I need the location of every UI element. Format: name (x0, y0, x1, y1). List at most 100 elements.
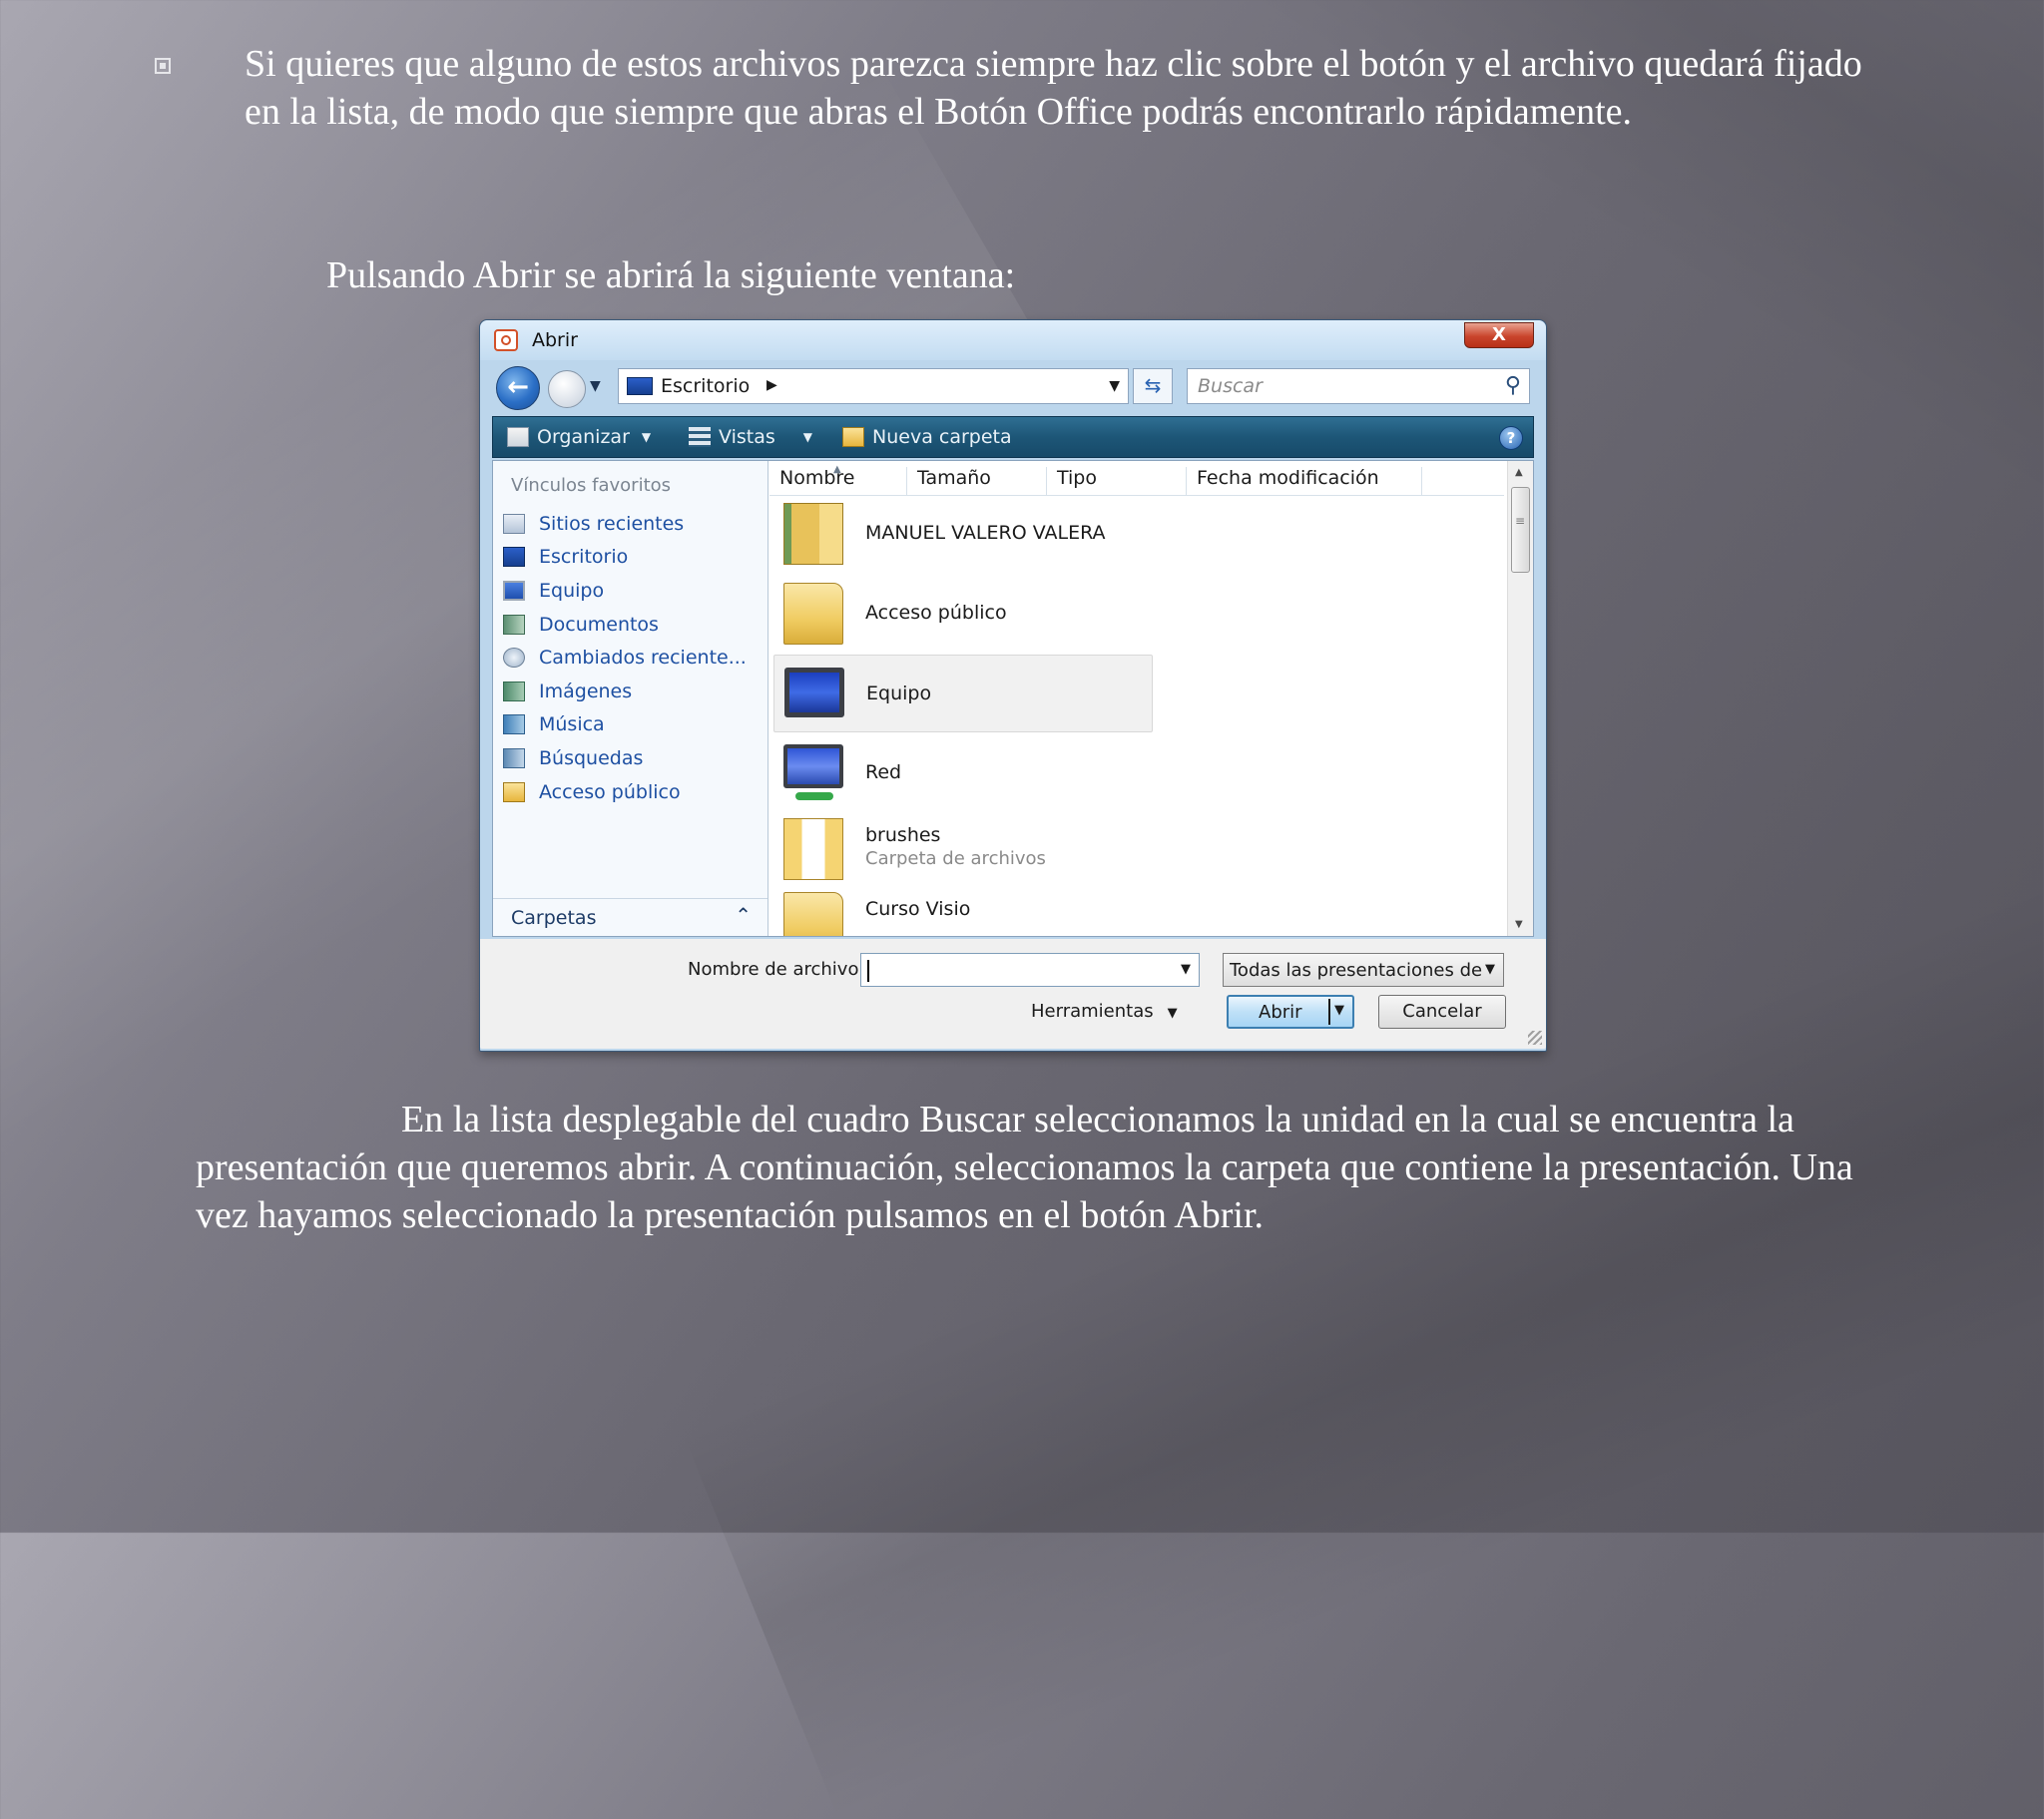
dialog-footer: Nombre de archivo: ▼ Todas las presentac… (480, 939, 1546, 1049)
file-list-item[interactable]: MANUEL VALERO VALERA (773, 495, 1153, 573)
address-dropdown-icon[interactable]: ▼ (1109, 378, 1120, 394)
help-icon[interactable]: ? (1499, 426, 1523, 450)
resize-grip[interactable] (1528, 1031, 1542, 1045)
pictures-icon (503, 681, 525, 701)
new-folder-label: Nueva carpeta (872, 426, 1012, 448)
scrollbar-thumb[interactable] (1511, 487, 1530, 573)
column-header-label: Nombre (779, 467, 855, 489)
file-list-item-selected[interactable]: Equipo (773, 655, 1153, 732)
searches-icon (503, 747, 525, 768)
open-button[interactable]: Abrir ▼ (1227, 995, 1354, 1029)
close-button[interactable]: X (1464, 322, 1534, 348)
favorite-link-label: Acceso público (539, 780, 681, 803)
organize-label: Organizar (537, 426, 630, 448)
music-icon (503, 714, 525, 735)
desktop-icon (503, 547, 525, 568)
recent-pages-dropdown-icon[interactable]: ▼ (590, 378, 601, 394)
filetype-select[interactable]: Todas las presentaciones de ▼ (1223, 953, 1504, 987)
views-button[interactable]: Vistas ▼ (689, 426, 812, 448)
favorite-link-desktop[interactable]: Escritorio (501, 541, 761, 575)
dialog-title: Abrir (532, 329, 578, 351)
new-folder-icon (842, 427, 864, 447)
network-icon (783, 744, 843, 800)
tools-menu[interactable]: Herramientas ▼ (1031, 1001, 1178, 1022)
file-list-item[interactable]: Red (773, 734, 1153, 812)
column-header-date-modified[interactable]: Fecha modificación (1187, 467, 1422, 495)
organize-icon (507, 427, 529, 447)
chevron-down-icon[interactable]: ▼ (1181, 962, 1191, 977)
file-name: Red (865, 761, 902, 783)
search-placeholder: Buscar (1198, 375, 1263, 397)
chevron-down-icon: ▼ (1167, 1006, 1178, 1021)
file-name: MANUEL VALERO VALERA (865, 522, 1106, 544)
bullet-icon (155, 58, 171, 74)
favorite-link-pictures[interactable]: Imágenes (501, 675, 761, 708)
views-label: Vistas (719, 426, 775, 448)
chevron-down-icon[interactable]: ▼ (1334, 1003, 1344, 1018)
folders-toggle[interactable]: Carpetas ⌃ (493, 898, 767, 936)
favorite-link-computer[interactable]: Equipo (501, 574, 761, 608)
favorite-links-list: Sitios recientes Escritorio Equipo Docum… (501, 507, 761, 808)
breadcrumb-arrow-icon[interactable]: ▶ (766, 377, 777, 393)
column-header-label: Tipo (1057, 467, 1097, 489)
command-toolbar: Organizar ▼ Vistas ▼ Nueva carpeta ? (492, 416, 1534, 458)
cancel-button[interactable]: Cancelar (1378, 995, 1506, 1029)
vertical-scrollbar[interactable]: ▲ ▼ (1507, 461, 1533, 936)
filename-label: Nombre de archivo: (688, 959, 865, 980)
back-arrow-icon[interactable]: ← (496, 366, 540, 410)
file-list-item[interactable]: Curso Visio (773, 880, 1153, 936)
navigation-pane: Vínculos favoritos Sitios recientes Escr… (493, 461, 768, 936)
file-list-item[interactable]: brushes Carpeta de archivos (773, 810, 1153, 888)
open-dialog: Abrir X ← ▼ Escritorio ▶ ▼ ⇆ Buscar ⚲ Or… (479, 319, 1547, 1052)
recently-changed-icon (503, 648, 525, 669)
recent-places-icon (503, 513, 525, 534)
favorite-link-label: Documentos (539, 613, 659, 636)
favorite-link-recently-changed[interactable]: Cambiados reciente... (501, 641, 761, 675)
favorite-link-documents[interactable]: Documentos (501, 608, 761, 642)
file-name: Acceso público (865, 602, 1007, 624)
views-icon (689, 427, 711, 447)
favorite-link-label: Escritorio (539, 546, 629, 569)
favorite-link-recent-places[interactable]: Sitios recientes (501, 507, 761, 541)
filename-input[interactable]: ▼ (860, 953, 1200, 987)
address-bar[interactable]: Escritorio ▶ ▼ (618, 368, 1129, 404)
computer-icon (784, 668, 844, 717)
powerpoint-app-icon (494, 329, 518, 351)
navigation-row: ← ▼ Escritorio ▶ ▼ ⇆ Buscar ⚲ (480, 362, 1546, 412)
text-caret (867, 960, 869, 982)
search-icon[interactable]: ⚲ (1505, 373, 1521, 398)
user-folder-icon (783, 503, 843, 565)
file-subtitle: Carpeta de archivos (865, 848, 1046, 869)
address-location[interactable]: Escritorio (661, 375, 750, 397)
chevron-down-icon: ▼ (641, 430, 652, 444)
column-header-label: Fecha modificación (1197, 467, 1379, 489)
favorite-link-public[interactable]: Acceso público (501, 775, 761, 809)
desktop-icon (627, 377, 653, 395)
column-header-label: Tamaño (917, 467, 991, 489)
refresh-icon[interactable]: ⇆ (1133, 368, 1173, 404)
split-divider (1328, 999, 1330, 1025)
column-header-size[interactable]: Tamaño (907, 467, 1047, 495)
favorite-link-searches[interactable]: Búsquedas (501, 741, 761, 775)
favorite-link-label: Búsquedas (539, 746, 644, 769)
scroll-up-icon[interactable]: ▲ (1515, 467, 1523, 478)
scroll-down-icon[interactable]: ▼ (1515, 919, 1523, 930)
documents-icon (503, 614, 525, 635)
file-list-item[interactable]: Acceso público (773, 575, 1153, 653)
search-input[interactable]: Buscar ⚲ (1187, 368, 1530, 404)
favorite-link-music[interactable]: Música (501, 708, 761, 742)
favorite-link-label: Cambiados reciente... (539, 647, 747, 670)
public-icon (503, 781, 525, 802)
file-list-pane: ▲ Nombre Tamaño Tipo Fecha modificación M… (769, 461, 1533, 936)
chevron-up-icon[interactable]: ⌃ (735, 903, 752, 927)
favorite-link-label: Música (539, 713, 605, 736)
column-header-type[interactable]: Tipo (1047, 467, 1187, 495)
column-header-name[interactable]: ▲ Nombre (769, 464, 907, 495)
browser-body: Vínculos favoritos Sitios recientes Escr… (492, 460, 1534, 937)
forward-button[interactable] (548, 370, 586, 408)
organize-button[interactable]: Organizar ▼ (507, 426, 651, 448)
new-folder-button[interactable]: Nueva carpeta (842, 426, 1012, 448)
slide-paragraph-1: Si quieres que alguno de estos archivos … (245, 43, 1862, 133)
favorite-links-title: Vínculos favoritos (511, 475, 672, 496)
favorite-link-label: Sitios recientes (539, 512, 685, 535)
